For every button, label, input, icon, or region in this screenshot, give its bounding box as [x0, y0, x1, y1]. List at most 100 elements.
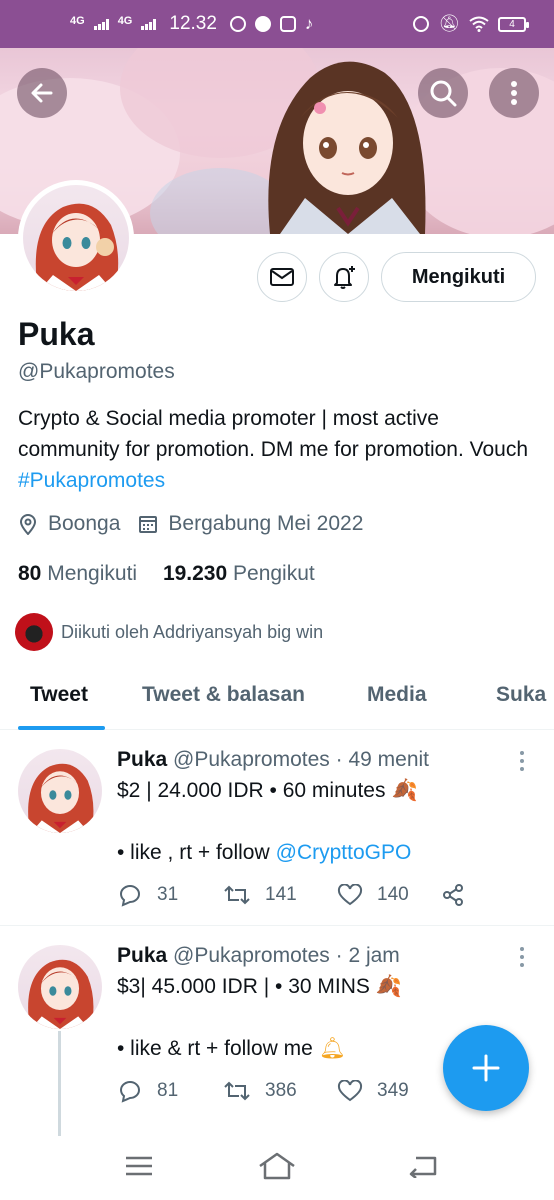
- mute-icon: 🔕︎: [438, 14, 460, 33]
- whatsapp-icon: [229, 16, 246, 32]
- message-button[interactable]: [257, 252, 307, 302]
- tweet-avatar[interactable]: [18, 749, 102, 833]
- tweet-more-icon[interactable]: [520, 947, 526, 971]
- bear-icon: [279, 16, 296, 32]
- follower-avatar: [15, 613, 53, 651]
- reply-count: 81: [157, 1080, 179, 1101]
- reply-button[interactable]: 81: [117, 1079, 223, 1103]
- location-icon: [19, 514, 37, 535]
- network-indicator-1: 4G: [70, 15, 85, 27]
- back-button[interactable]: [17, 68, 67, 118]
- heart-icon: [337, 884, 363, 906]
- retweet-icon: [224, 885, 250, 905]
- bio-hashtag[interactable]: #Pukapromotes: [18, 469, 165, 492]
- tab-likes[interactable]: Suka: [496, 683, 546, 707]
- like-button[interactable]: 140: [337, 884, 441, 906]
- followed-by[interactable]: Diikuti oleh Addriyansyah big win: [15, 613, 323, 651]
- avatar-image: [23, 185, 129, 291]
- status-bar: 4G 4G 12.32 ♪ 🔕︎ 4: [0, 0, 554, 48]
- followed-by-text: Diikuti oleh Addriyansyah big win: [61, 621, 324, 642]
- retweet-count: 386: [265, 1080, 297, 1101]
- following-button[interactable]: Mengikuti: [381, 252, 536, 302]
- tweet-more-icon[interactable]: [520, 751, 526, 775]
- tab-tweet-replies[interactable]: Tweet & balasan: [142, 683, 305, 707]
- calendar-icon: [139, 516, 158, 533]
- menu-icon[interactable]: [124, 1154, 154, 1178]
- tweet-line-2: • like , rt + follow: [117, 841, 270, 864]
- tweet[interactable]: Puka @Pukapromotes · 49 menit $2 | 24.00…: [0, 731, 554, 926]
- more-button[interactable]: [489, 68, 539, 118]
- heart-icon: [337, 1080, 363, 1102]
- tweet-author-handle: @Pukapromotes: [173, 748, 330, 771]
- system-nav-bar: [0, 1136, 554, 1200]
- like-button[interactable]: 349: [337, 1080, 441, 1102]
- followers-count: 19.230: [162, 562, 228, 585]
- tweet-text-line-1: $2 | 24.000 IDR • 60 minutes 🍂: [117, 779, 418, 803]
- wifi-icon: [469, 16, 489, 32]
- back-nav-icon[interactable]: [408, 1154, 438, 1178]
- tweet-avatar[interactable]: [18, 945, 102, 1029]
- leaves-emoji-icon: 🍂: [375, 975, 403, 998]
- profile-handle: @Pukapromotes: [18, 360, 175, 383]
- signal-icon: [93, 18, 109, 30]
- more-vertical-icon: [511, 81, 517, 105]
- profile-tabs: Tweet Tweet & balasan Media Suka: [0, 668, 554, 730]
- retweet-button[interactable]: 141: [223, 884, 337, 906]
- home-icon[interactable]: [258, 1152, 296, 1180]
- compose-tweet-button[interactable]: [443, 1025, 529, 1111]
- following-label: Mengikuti: [47, 562, 138, 585]
- battery-icon: 4: [498, 16, 529, 32]
- alarm-icon: [413, 16, 430, 32]
- tweet-author-name: Puka: [117, 748, 168, 771]
- following-link[interactable]: 80 Mengikuti: [18, 562, 137, 585]
- tab-tweet[interactable]: Tweet: [30, 683, 88, 707]
- tiktok-icon: ♪: [304, 14, 314, 33]
- tweet-text-line-2: • like , rt + follow @CrypttoGPO: [117, 841, 411, 865]
- profile-meta: Boonga Bergabung Mei 2022: [18, 512, 363, 536]
- search-icon: [430, 80, 457, 107]
- network-indicator-2: 4G: [117, 15, 133, 27]
- tweet-mention[interactable]: @CrypttoGPO: [276, 841, 412, 865]
- bio-text: Crypto & Social media promoter | most ac…: [18, 407, 529, 461]
- tweet-header: Puka @Pukapromotes · 49 menit: [117, 748, 429, 772]
- battery-level: 4: [509, 18, 515, 30]
- followers-link[interactable]: 19.230 Pengikut: [163, 562, 315, 585]
- plus-icon: [472, 1054, 500, 1082]
- followers-label: Pengikut: [233, 562, 315, 585]
- tweet-author-handle: @Pukapromotes: [173, 944, 330, 967]
- reply-icon: [119, 885, 140, 907]
- tweet-time: · 2 jam: [335, 944, 400, 967]
- leaves-emoji-icon: 🍂: [391, 779, 418, 802]
- tweet-time: · 49 menit: [335, 748, 429, 771]
- profile-avatar[interactable]: [18, 180, 134, 296]
- profile-bio: Crypto & Social media promoter | most ac…: [18, 403, 538, 496]
- tweet-header: Puka @Pukapromotes · 2 jam: [117, 944, 400, 968]
- share-icon: [443, 884, 463, 906]
- like-count: 140: [377, 884, 409, 905]
- profile-name: Puka: [18, 316, 95, 352]
- search-button[interactable]: [418, 68, 468, 118]
- app-icon: [254, 16, 271, 32]
- like-count: 349: [377, 1080, 409, 1101]
- tweet-text-line-1: $3| 45.000 IDR | • 30 MINS 🍂: [117, 975, 402, 999]
- clock: 12.32: [169, 13, 217, 34]
- tweet-author-name: Puka: [117, 944, 168, 967]
- reply-button[interactable]: 31: [117, 883, 223, 907]
- arrow-left-icon: [31, 83, 53, 103]
- location-text: Boonga: [48, 512, 121, 535]
- follow-counts: 80 Mengikuti 19.230 Pengikut: [18, 562, 315, 586]
- bell-emoji-icon: 🔔︎: [318, 1037, 346, 1060]
- share-button[interactable]: [441, 883, 465, 907]
- retweet-icon: [224, 1081, 250, 1101]
- tweet-text-line-2: • like & rt + follow me 🔔︎: [117, 1037, 346, 1061]
- mail-icon: [270, 268, 294, 286]
- tweet-line-1: $2 | 24.000 IDR • 60 minutes: [117, 779, 386, 802]
- notification-button[interactable]: [319, 252, 369, 302]
- thread-line: [58, 1031, 61, 1137]
- retweet-button[interactable]: 386: [223, 1080, 337, 1102]
- signal-icon-2: [141, 18, 157, 30]
- active-tab-indicator: [18, 726, 105, 730]
- tab-media[interactable]: Media: [367, 683, 427, 707]
- tweet-actions: 31 141 140: [117, 883, 465, 907]
- joined-date: Bergabung Mei 2022: [168, 512, 364, 535]
